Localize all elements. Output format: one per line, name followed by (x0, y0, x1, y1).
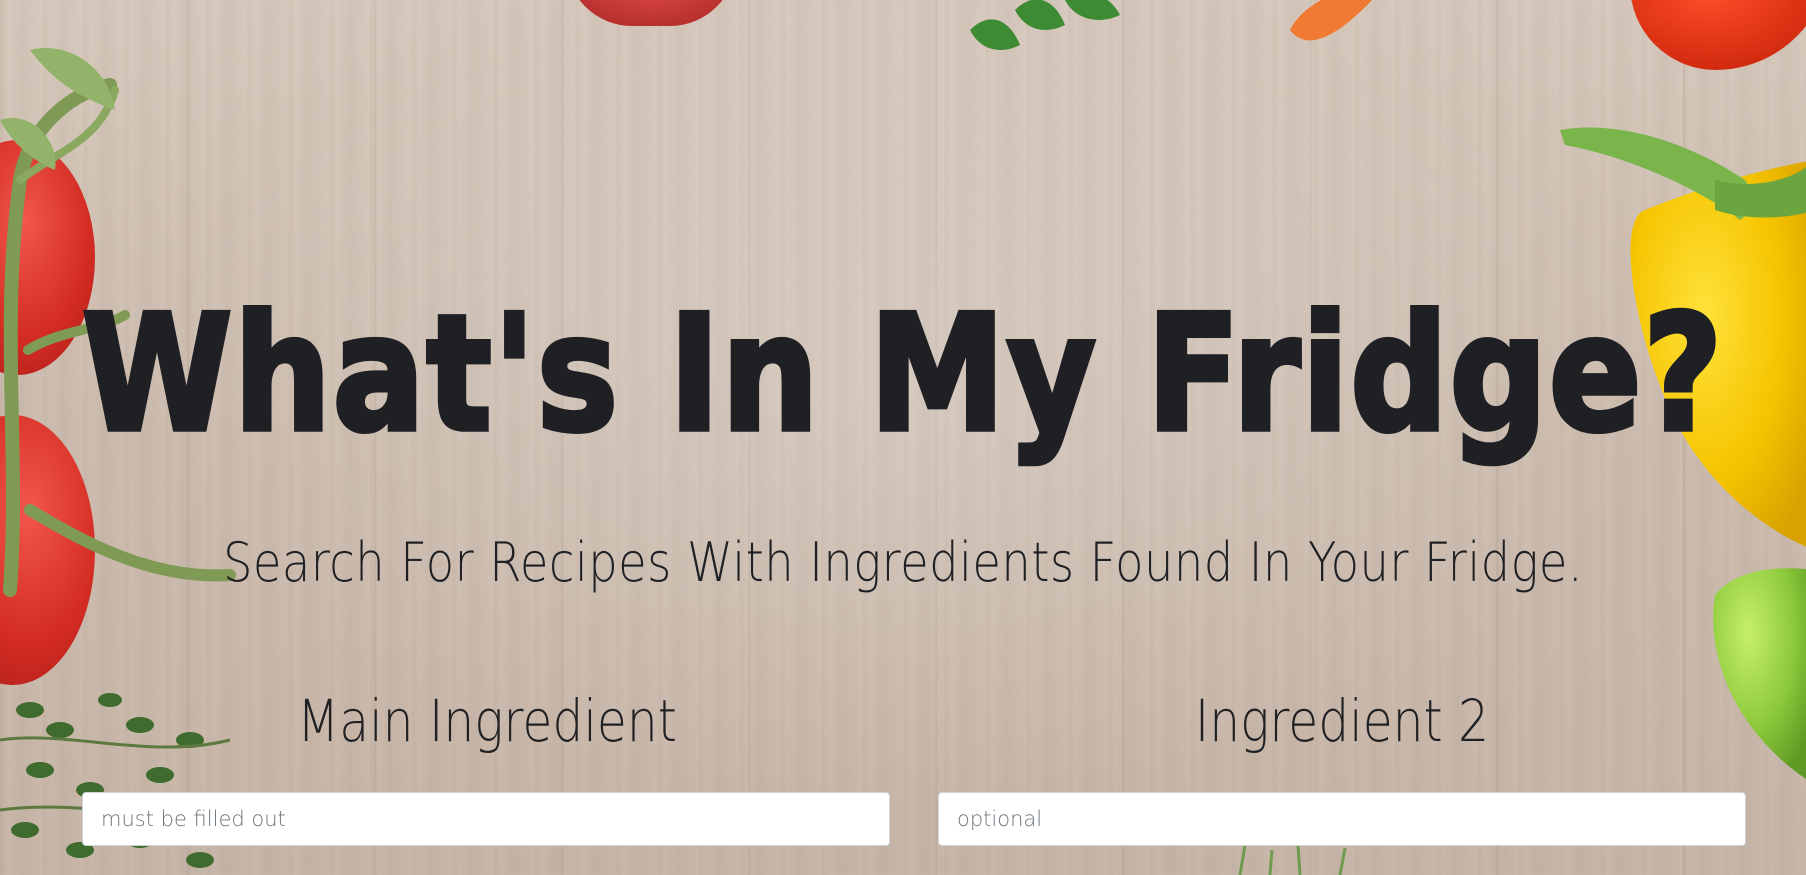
main-ingredient-input[interactable] (82, 792, 890, 846)
hero-section: What's In My Fridge? Search For Recipes … (0, 0, 1806, 875)
ingredient-2-label: Ingredient 2 (1194, 687, 1490, 755)
ingredient-2-input[interactable] (938, 792, 1746, 846)
main-ingredient-label: Main Ingredient (297, 687, 677, 755)
page-subtitle: Search For Recipes With Ingredients Foun… (222, 531, 1584, 594)
page-title: What's In My Fridge? (80, 281, 1725, 467)
